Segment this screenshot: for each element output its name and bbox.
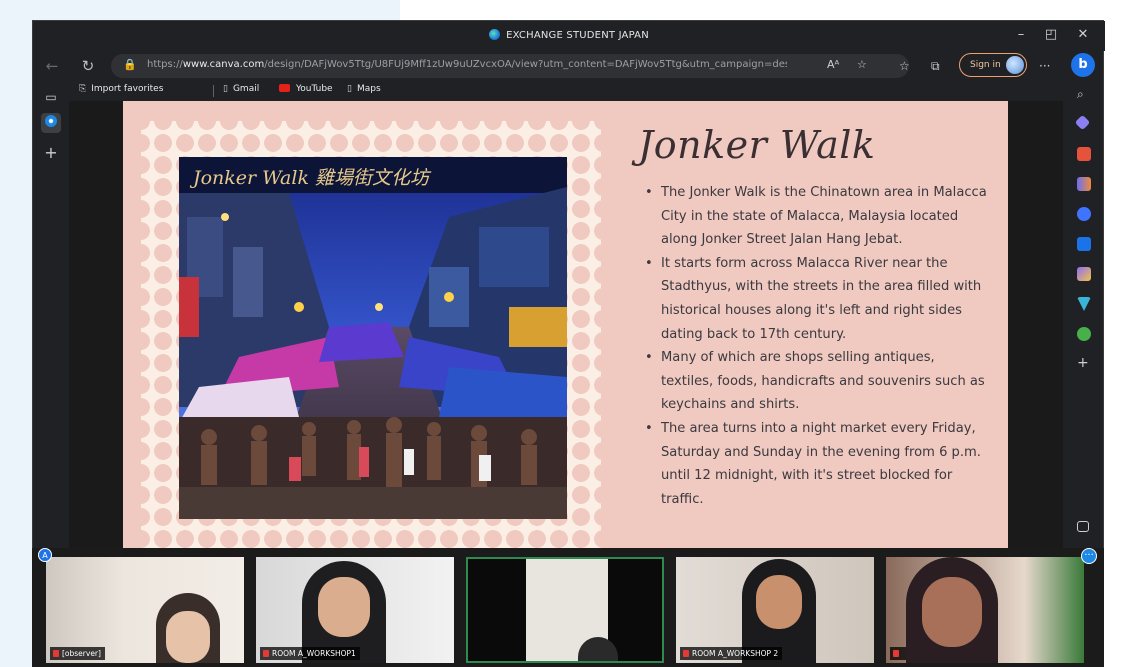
participant-tile[interactable]: ROOM A_WORKSHOP1	[256, 557, 454, 663]
participant-face	[166, 611, 210, 663]
participant-tile[interactable]: ROOM A_WORKSHOP 2	[676, 557, 874, 663]
minimize-icon[interactable]: –	[1009, 27, 1033, 42]
participant-face	[318, 577, 370, 637]
send-icon[interactable]	[1077, 297, 1091, 311]
add-sidebar-icon[interactable]: +	[1077, 355, 1091, 371]
people-icon[interactable]	[1077, 177, 1091, 191]
url-text[interactable]: https://www.canva.com/design/DAFjWov5Ttg…	[147, 59, 787, 70]
participant-name: ROOM A_WORKSHOP1	[260, 647, 360, 660]
favorites-bar: ⎘ Import favorites ▯ Gmail YouTube ▯ Maps	[71, 81, 1061, 101]
canva-tab-icon[interactable]	[41, 113, 61, 133]
games-icon[interactable]	[1077, 207, 1091, 221]
outlook-icon[interactable]	[1077, 237, 1091, 251]
tab-actions-icon[interactable]: ▭	[41, 87, 61, 107]
participant-head	[578, 637, 618, 661]
more-options-badge[interactable]: ···	[1081, 548, 1097, 564]
address-row: ← ↻ 🔒 https://www.canva.com/design/DAFjW…	[33, 51, 1105, 81]
edge-sidebar: ⌕ +	[1063, 81, 1105, 581]
photo-sign-text: Jonker Walk 雞場街文化坊	[189, 167, 432, 189]
favorite-label: Gmail	[232, 84, 260, 94]
presentation-slide: Jonker Walk 雞場街文化坊 Jonker Walk The Jonke…	[123, 101, 1008, 571]
page-icon: ▯	[347, 84, 352, 94]
sign-in-label: Sign in	[970, 60, 1001, 70]
participant-name: ROOM A_WORKSHOP 2	[680, 647, 783, 660]
toolbox-icon[interactable]	[1077, 147, 1091, 161]
profile-avatar-icon	[1006, 56, 1024, 74]
participant-tile-active[interactable]	[466, 557, 664, 663]
bullet-item: Many of which are shops selling antiques…	[645, 346, 987, 417]
night-market-illustration: Jonker Walk 雞場街文化坊	[179, 157, 567, 519]
screen: EXCHANGE STUDENT JAPAN – ◰ ✕ ← ↻ 🔒 https…	[0, 0, 1139, 667]
tree-icon[interactable]	[1077, 327, 1091, 341]
favorite-youtube[interactable]: YouTube	[279, 84, 333, 94]
participant-face	[922, 577, 982, 647]
sign-in-button[interactable]: Sign in	[959, 53, 1027, 77]
designer-icon[interactable]	[1077, 267, 1091, 281]
user-badge-icon[interactable]: A	[38, 548, 52, 562]
more-icon[interactable]: ···	[1039, 59, 1050, 73]
new-tab-icon[interactable]: +	[41, 143, 61, 163]
close-icon[interactable]: ✕	[1071, 27, 1095, 42]
participant-name	[890, 647, 906, 660]
lock-icon: 🔒	[123, 58, 137, 71]
favorite-add-icon[interactable]: ☆	[857, 58, 867, 71]
search-icon[interactable]: ⌕	[1077, 87, 1091, 101]
youtube-icon	[279, 84, 290, 92]
bullet-item: It starts form across Malacca River near…	[645, 252, 987, 346]
page-icon: ▯	[223, 84, 228, 94]
address-bar[interactable]: 🔒 https://www.canva.com/design/DAFjWov5T…	[111, 54, 909, 78]
favorite-label: Import favorites	[91, 84, 164, 94]
favorite-label: Maps	[356, 84, 381, 94]
restore-icon[interactable]: ◰	[1039, 27, 1063, 42]
slide-heading: Jonker Walk	[638, 123, 876, 167]
sidebar-toggle-icon[interactable]	[1077, 521, 1089, 532]
favorites-icon[interactable]: ☆	[899, 59, 910, 73]
participant-tile[interactable]: [observer]	[46, 557, 244, 663]
title-bar: EXCHANGE STUDENT JAPAN – ◰ ✕	[33, 21, 1105, 51]
bing-chat-icon[interactable]: b	[1071, 53, 1095, 77]
page-content: Jonker Walk 雞場街文化坊 Jonker Walk The Jonke…	[69, 101, 1063, 581]
back-icon[interactable]: ←	[41, 55, 63, 77]
edge-logo-icon	[489, 29, 501, 40]
bullet-item: The Jonker Walk is the Chinatown area in…	[645, 181, 987, 252]
window-title-text: EXCHANGE STUDENT JAPAN	[506, 30, 649, 41]
favorite-import[interactable]: ⎘ Import favorites	[79, 84, 163, 94]
favorite-label: YouTube	[296, 84, 333, 94]
refresh-icon[interactable]: ↻	[77, 55, 99, 77]
favorites-divider	[213, 85, 214, 97]
participant-name: [observer]	[50, 647, 105, 660]
video-call-strip: [observer] ROOM A_WORKSHOP1 ROOM A_WORKS…	[32, 548, 1104, 667]
tag-icon[interactable]	[1074, 114, 1091, 131]
bullet-item: The area turns into a night market every…	[645, 417, 987, 511]
vertical-tab-strip: ▭ +	[33, 81, 69, 561]
read-aloud-icon[interactable]: Aᴬ	[827, 58, 839, 71]
collections-icon[interactable]: ⧉	[931, 59, 940, 74]
participant-face	[756, 575, 802, 629]
import-icon: ⎘	[79, 84, 87, 94]
favorite-maps[interactable]: ▯ Maps	[347, 84, 381, 94]
jonker-walk-photo: Jonker Walk 雞場街文化坊	[179, 157, 567, 519]
bullet-list: The Jonker Walk is the Chinatown area in…	[645, 181, 987, 511]
favorite-gmail[interactable]: ▯ Gmail	[223, 84, 259, 94]
participant-tile[interactable]	[886, 557, 1084, 663]
window-title: EXCHANGE STUDENT JAPAN	[33, 29, 1105, 41]
